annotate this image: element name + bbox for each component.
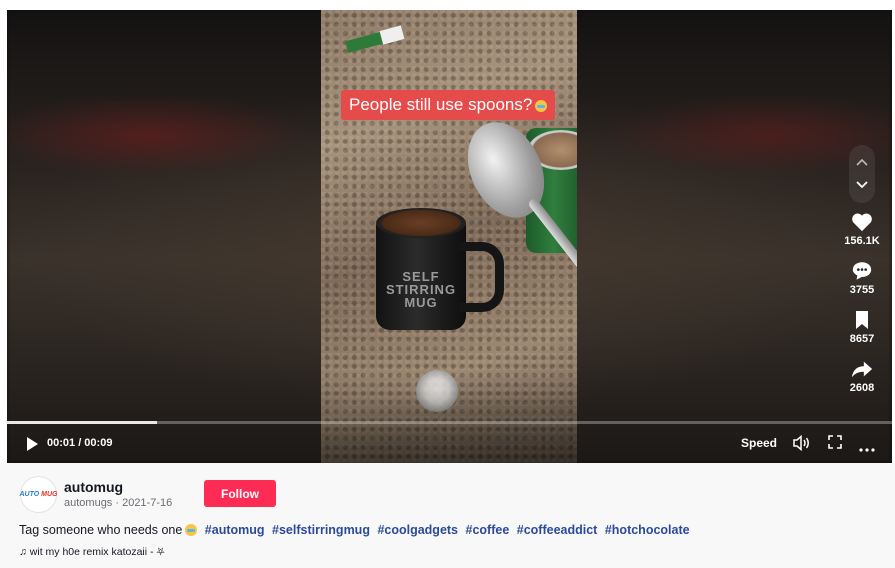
heart-icon bbox=[852, 213, 872, 232]
more-button[interactable] bbox=[859, 439, 875, 457]
comment-button[interactable]: 3755 bbox=[837, 260, 887, 296]
hashtag-link[interactable]: #coffee bbox=[466, 523, 510, 537]
scene-mug-handle bbox=[459, 242, 504, 312]
scene-mug-top bbox=[376, 208, 466, 238]
progress-fill bbox=[7, 421, 158, 424]
share-icon bbox=[851, 361, 873, 378]
hashtag-link[interactable]: #hotchocolate bbox=[605, 523, 690, 537]
speed-button[interactable]: Speed bbox=[741, 436, 777, 450]
hashtag-link[interactable]: #automug bbox=[205, 523, 265, 537]
mug-print: SELF STIRRING MUG bbox=[385, 269, 457, 310]
play-button[interactable] bbox=[25, 436, 39, 457]
more-icon bbox=[859, 448, 875, 452]
video-info: AUTO MUG automug automugs · 2021-7-16 Fo… bbox=[0, 463, 895, 568]
player-controls: 00:01 / 00:09 Speed bbox=[7, 429, 892, 459]
play-icon bbox=[27, 437, 38, 451]
comment-count: 3755 bbox=[849, 284, 875, 296]
scene-card bbox=[379, 25, 405, 45]
video-frame[interactable]: SELF STIRRING MUG People still use spoon… bbox=[321, 10, 577, 463]
save-count: 8657 bbox=[849, 333, 875, 345]
video-player[interactable]: SELF STIRRING MUG People still use spoon… bbox=[7, 10, 892, 463]
comment-icon bbox=[852, 262, 872, 280]
volume-icon bbox=[793, 434, 809, 452]
fullscreen-button[interactable] bbox=[828, 435, 842, 454]
share-button[interactable]: 2608 bbox=[837, 359, 887, 394]
video-description: Tag someone who needs one #automug #self… bbox=[19, 523, 690, 537]
flushed-emoji-icon bbox=[535, 100, 548, 112]
bookmark-icon bbox=[856, 311, 868, 329]
description-text: Tag someone who needs one bbox=[19, 523, 183, 537]
author-handle-date: automugs · 2021-7-16 bbox=[64, 497, 173, 509]
share-count: 2608 bbox=[849, 382, 875, 394]
chevron-down-icon bbox=[856, 181, 868, 189]
hashtag-link[interactable]: #selfstirringmug bbox=[272, 523, 370, 537]
avatar[interactable]: AUTO MUG bbox=[19, 476, 58, 513]
fullscreen-icon bbox=[828, 435, 842, 449]
hashtag-link[interactable]: #coffeeaddict bbox=[517, 523, 598, 537]
hashtag-link[interactable]: #coolgadgets bbox=[377, 523, 458, 537]
follow-button[interactable]: Follow bbox=[204, 480, 276, 507]
previous-video-button[interactable] bbox=[849, 150, 875, 174]
chevron-up-icon bbox=[856, 158, 868, 166]
avatar-text: AUTO bbox=[19, 491, 40, 498]
like-button[interactable]: 156.1K bbox=[837, 212, 887, 247]
avatar-text: MUG bbox=[41, 491, 58, 498]
video-caption-overlay: People still use spoons? bbox=[341, 90, 556, 120]
caption-text: People still use spoons? bbox=[349, 95, 533, 114]
volume-button[interactable] bbox=[793, 434, 811, 456]
progress-bar[interactable] bbox=[7, 421, 892, 424]
crying-emoji-icon bbox=[185, 524, 198, 536]
time-display: 00:01 / 00:09 bbox=[47, 437, 113, 449]
author-name[interactable]: automug bbox=[64, 479, 123, 495]
save-button[interactable]: 8657 bbox=[837, 310, 887, 345]
next-video-button[interactable] bbox=[849, 173, 875, 197]
like-count: 156.1K bbox=[844, 235, 880, 247]
music-link[interactable]: ♫ wit my h0e remix katozaii - ⛧ bbox=[19, 546, 165, 559]
